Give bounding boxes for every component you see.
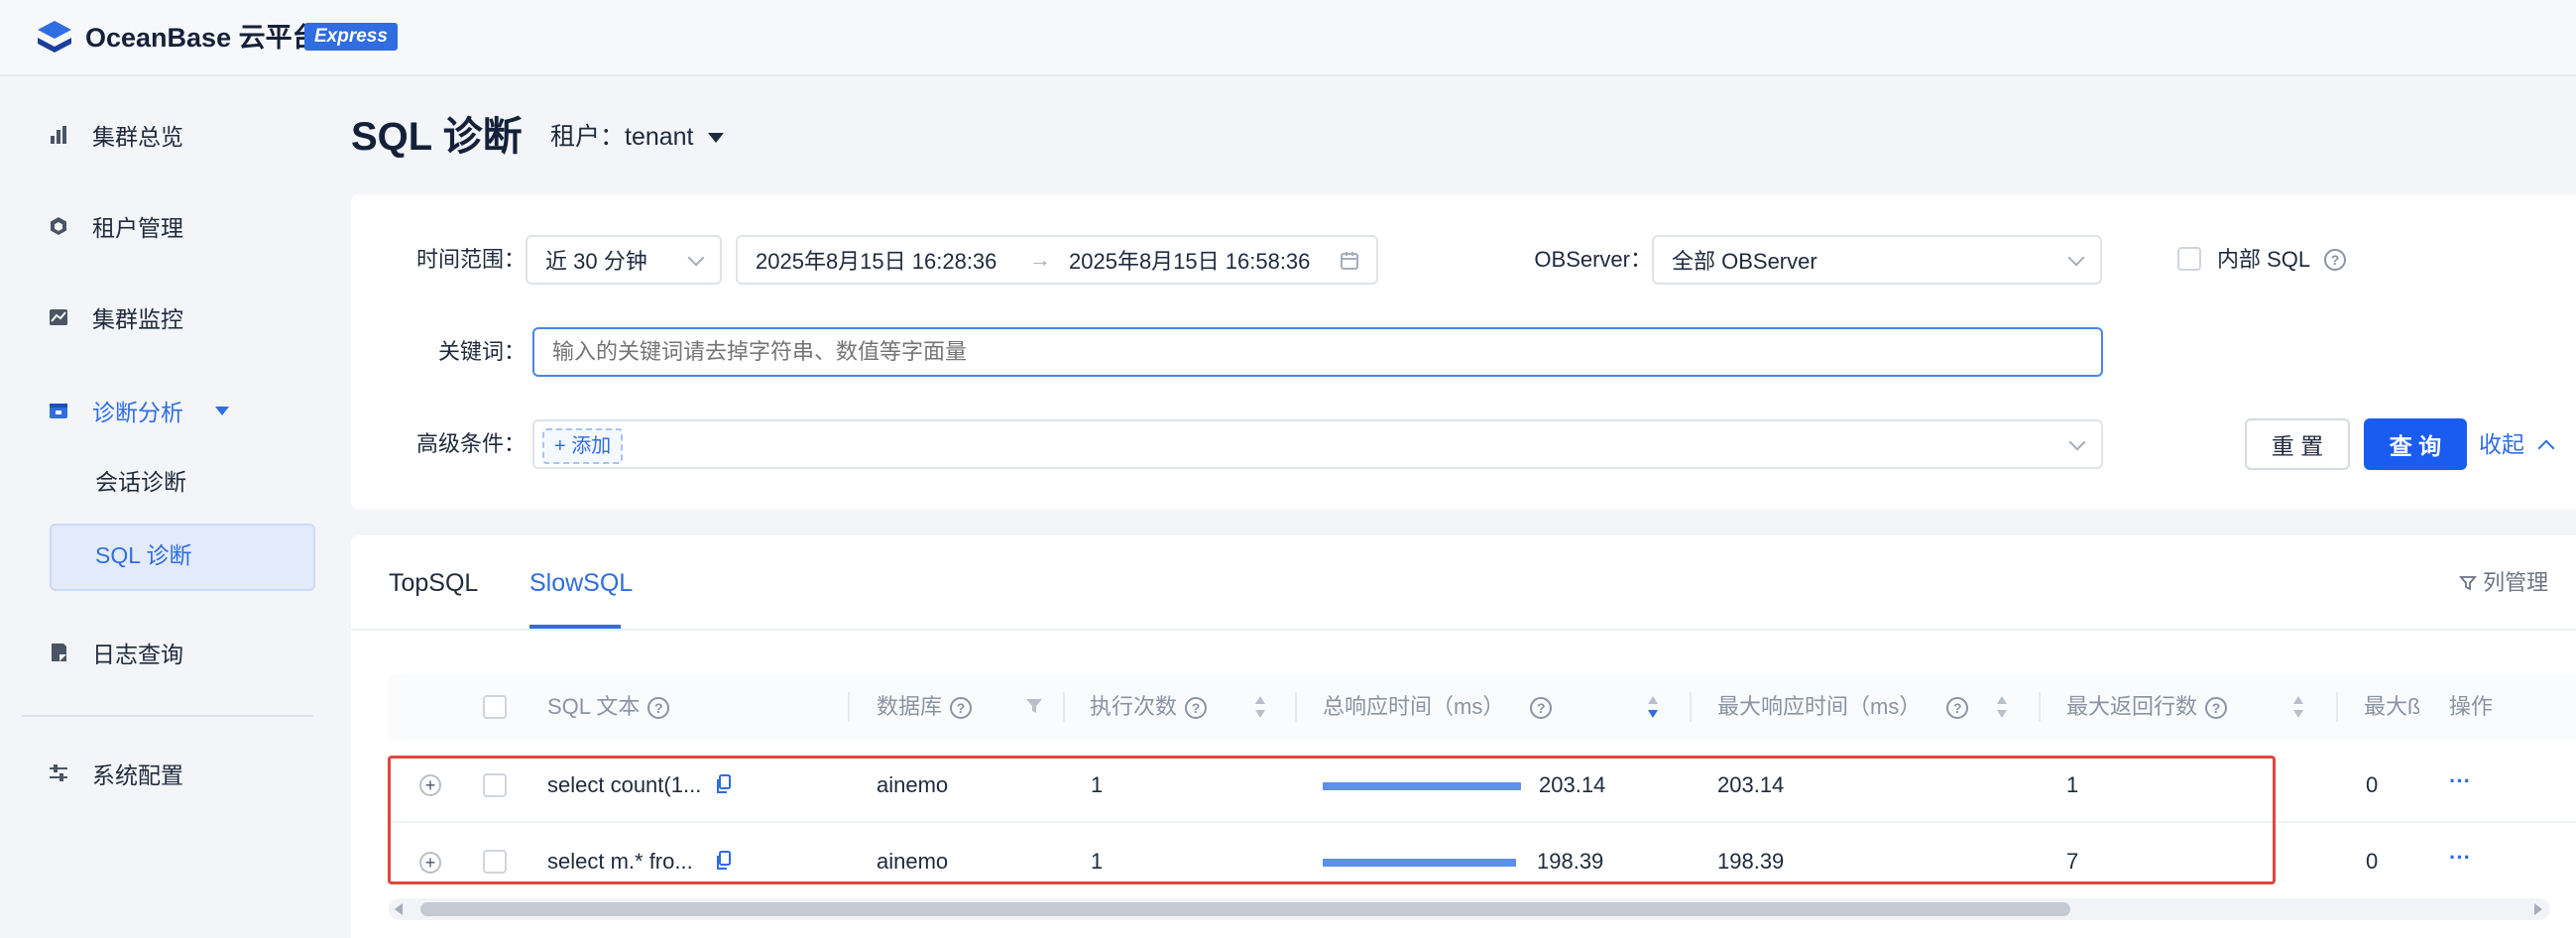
column-filter-icon[interactable] xyxy=(1024,696,1044,716)
filter-icon xyxy=(2459,576,2477,591)
th-max-response-time: 最大响应时间（ms）? xyxy=(1717,687,1969,727)
th-max-truncated: 最大ß xyxy=(2364,694,2419,719)
advanced-conditions-field[interactable]: + 添加 xyxy=(532,419,2103,469)
sort-desc-icon[interactable] xyxy=(1647,696,1659,720)
scroll-right-icon[interactable] xyxy=(2534,903,2542,915)
observer-value: 全部 OBServer xyxy=(1672,249,1817,274)
sidebar-divider xyxy=(22,715,313,717)
more-actions-icon[interactable]: ··· xyxy=(2449,762,2471,801)
sidebar-item-cluster-overview[interactable]: 集群总览 xyxy=(48,115,183,155)
sidebar-item-label: 日志查询 xyxy=(92,642,183,667)
internal-sql-checkbox[interactable] xyxy=(2177,247,2201,271)
tenant-label: 租户：tenant xyxy=(550,123,694,151)
extra-cell: 0 xyxy=(2366,772,2379,797)
sidebar-item-label: 集群监控 xyxy=(92,306,183,332)
column-divider xyxy=(1295,692,1297,722)
sort-icon[interactable] xyxy=(2292,696,2304,720)
scroll-left-icon[interactable] xyxy=(395,903,403,915)
tab-slowsql[interactable]: SlowSQL xyxy=(529,559,633,607)
date-range-picker[interactable]: 2025年8月15日 16:28:36 → 2025年8月15日 16:58:3… xyxy=(736,235,1378,285)
sort-icon[interactable] xyxy=(1996,696,2008,720)
sidebar-item-label: 集群总览 xyxy=(92,124,183,150)
help-icon[interactable]: ? xyxy=(647,697,670,720)
caret-down-icon xyxy=(215,406,229,415)
column-divider xyxy=(1063,692,1065,722)
brand-name: OceanBase 云平台 xyxy=(85,23,319,53)
collapse-link[interactable]: 收起 xyxy=(2479,426,2555,462)
keyword-input[interactable] xyxy=(532,327,2103,377)
page-title: SQL 诊断 xyxy=(351,115,523,159)
th-database: 数据库? xyxy=(877,687,973,727)
cube-icon xyxy=(51,217,66,235)
tab-active-indicator xyxy=(529,625,621,629)
sort-icon[interactable] xyxy=(1254,696,1266,720)
tenant-selector[interactable]: 租户：tenant xyxy=(550,117,724,157)
range-arrow-icon: → xyxy=(1029,247,1051,272)
range-start[interactable]: 2025年8月15日 16:28:36 xyxy=(756,244,996,276)
scrollbar-thumb[interactable] xyxy=(420,902,2070,916)
query-button[interactable]: 查 询 xyxy=(2364,418,2467,470)
sidebar-item-system-config[interactable]: 系统配置 xyxy=(48,754,183,793)
oceanbase-logo-icon[interactable] xyxy=(34,18,75,59)
internal-sql-label: 内部 SQL xyxy=(2217,247,2311,272)
help-icon[interactable]: ? xyxy=(2324,249,2346,271)
bar-chart-icon xyxy=(51,126,66,144)
chevron-down-icon xyxy=(2068,433,2086,451)
column-divider xyxy=(2336,692,2338,722)
more-actions-icon[interactable]: ··· xyxy=(2449,838,2471,878)
column-manage-label: 列管理 xyxy=(2483,570,2549,595)
sidebar-subitem-sql-diagnosis[interactable]: SQL 诊断 xyxy=(95,535,192,575)
column-divider xyxy=(848,692,850,722)
monitor-chart-icon xyxy=(50,309,67,325)
settings-sliders-icon xyxy=(50,764,67,781)
chevron-down-icon xyxy=(2067,249,2085,267)
help-icon[interactable]: ? xyxy=(2205,697,2228,720)
extra-cell: 0 xyxy=(2366,849,2379,874)
add-condition-button[interactable]: + 添加 xyxy=(542,428,624,464)
tab-divider xyxy=(351,629,2576,631)
log-icon xyxy=(52,644,66,661)
caret-down-icon xyxy=(707,133,724,144)
time-range-label: 时间范围： xyxy=(415,247,526,272)
chevron-down-icon xyxy=(687,249,705,267)
th-total-response-time: 总响应时间（ms）? xyxy=(1323,687,1553,727)
advanced-conditions-label: 高级条件： xyxy=(415,431,526,456)
sidebar-item-diagnosis[interactable]: 诊断分析 xyxy=(48,391,229,430)
sidebar-item-tenant-management[interactable]: 租户管理 xyxy=(48,206,183,246)
help-icon[interactable]: ? xyxy=(1530,697,1553,720)
column-manage-button[interactable]: 列管理 xyxy=(2459,565,2548,601)
collapse-label: 收起 xyxy=(2479,431,2524,457)
reset-button[interactable]: 重 置 xyxy=(2245,418,2350,470)
calendar-icon xyxy=(1341,252,1358,270)
sidebar-item-label: 租户管理 xyxy=(92,215,183,241)
sidebar-item-log-query[interactable]: 日志查询 xyxy=(48,633,183,672)
highlight-box xyxy=(388,756,2276,884)
sidebar-item-cluster-monitor[interactable]: 集群监控 xyxy=(48,297,183,337)
sidebar-item-label: 系统配置 xyxy=(92,762,183,788)
th-actions: 操作 xyxy=(2449,694,2494,719)
tab-topsql[interactable]: TopSQL xyxy=(389,559,478,607)
help-icon[interactable]: ? xyxy=(1185,697,1208,720)
th-max-rows: 最大返回行数? xyxy=(2066,687,2228,727)
th-sql-text: SQL 文本? xyxy=(547,687,670,727)
diagnosis-icon xyxy=(50,404,67,418)
help-icon[interactable]: ? xyxy=(950,697,973,720)
range-end[interactable]: 2025年8月15日 16:58:36 xyxy=(1069,244,1310,276)
time-preset-select[interactable]: 近 30 分钟 xyxy=(526,235,722,285)
time-preset-value: 近 30 分钟 xyxy=(545,249,647,274)
observer-label: OBServer： xyxy=(1534,247,1652,272)
column-divider xyxy=(1690,692,1692,722)
help-icon[interactable]: ? xyxy=(1946,697,1969,720)
keyword-label: 关键词： xyxy=(437,339,526,364)
sidebar-subitem-session-diagnosis[interactable]: 会话诊断 xyxy=(95,462,186,502)
column-divider xyxy=(2039,692,2041,722)
chevron-up-icon xyxy=(2537,439,2555,457)
observer-select[interactable]: 全部 OBServer xyxy=(1652,235,2102,285)
express-badge: Express xyxy=(304,23,398,51)
sidebar-item-label: 诊断分析 xyxy=(92,400,183,425)
select-all-checkbox[interactable] xyxy=(483,695,507,719)
th-exec-count: 执行次数? xyxy=(1090,687,1208,727)
